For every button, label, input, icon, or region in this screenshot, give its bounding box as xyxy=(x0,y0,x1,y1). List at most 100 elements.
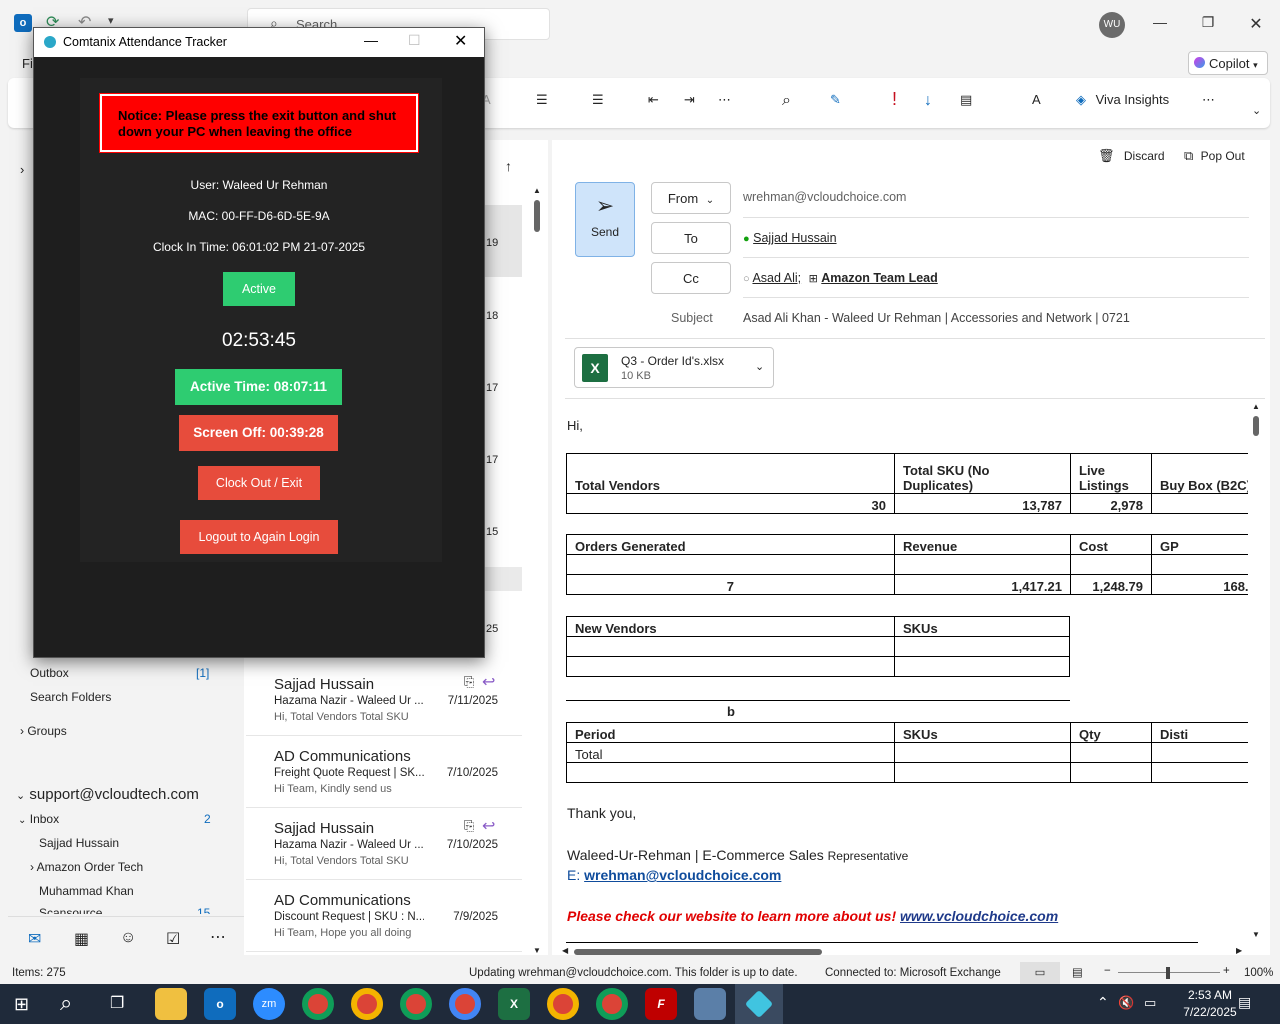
folder-inbox[interactable]: ⌄ Inbox 2 xyxy=(18,812,214,826)
subfolder-muhammad-khan[interactable]: Muhammad Khan xyxy=(39,884,134,898)
collapse-ribbon-icon[interactable]: ⌄ xyxy=(1252,104,1261,117)
copilot-button[interactable]: Copilot ▾ xyxy=(1188,51,1268,75)
scroll-left-icon[interactable]: ◀ xyxy=(562,946,568,955)
zoom-level[interactable]: 100% xyxy=(1244,967,1273,979)
scroll-down-icon[interactable]: ▼ xyxy=(1252,930,1260,939)
minimize-icon[interactable]: — xyxy=(364,32,378,48)
cc-recipient[interactable]: Asad Ali; xyxy=(752,271,801,285)
avatar[interactable]: WU xyxy=(1099,12,1125,38)
scroll-up-icon[interactable]: ▲ xyxy=(533,186,541,195)
increase-indent-icon[interactable]: ⇥ xyxy=(684,92,695,108)
mail-icon[interactable]: ✉ xyxy=(28,929,41,949)
more-formatting-icon[interactable]: ⋯ xyxy=(718,92,731,108)
body-vscroll[interactable]: ▲ ▼ xyxy=(1250,402,1262,942)
numbering-icon[interactable]: ☰ xyxy=(592,92,604,108)
groups-header[interactable]: › Groups xyxy=(20,724,67,738)
tracking-options-icon[interactable]: ▤ xyxy=(960,92,972,108)
list-item[interactable]: Sajjad Hussain ⎘ ↩ Hazama Nazir - Waleed… xyxy=(246,664,522,736)
chevron-down-icon[interactable]: ⌄ xyxy=(755,360,764,373)
zoom-in-icon[interactable]: + xyxy=(1223,965,1230,977)
cc-button[interactable]: Cc xyxy=(651,262,731,294)
file-menu[interactable]: Fi xyxy=(22,56,33,71)
search-icon[interactable]: ⌕ xyxy=(60,990,72,1016)
notifications-icon[interactable]: ▤ xyxy=(1238,994,1251,1011)
customize-toolbar-icon[interactable]: ▾ xyxy=(108,14,114,27)
website-link[interactable]: www.vcloudchoice.com xyxy=(900,908,1058,924)
close-icon[interactable]: ✕ xyxy=(454,31,467,51)
subfolder-sajjad[interactable]: Sajjad Hussain xyxy=(39,836,119,850)
viva-insights-button[interactable]: ◈ Viva Insights xyxy=(1076,92,1169,108)
zoom-thumb[interactable] xyxy=(1166,967,1170,979)
chrome-icon[interactable] xyxy=(449,988,481,1020)
decrease-indent-icon[interactable]: ⇤ xyxy=(648,92,659,108)
to-recipient[interactable]: Sajjad Hussain xyxy=(753,231,836,245)
close-icon[interactable]: ✕ xyxy=(1246,14,1266,34)
list-item[interactable]: Sajjad Hussain ⎘ ↩ Hazama Nazir - Waleed… xyxy=(246,808,522,880)
tracker-taskbar-button[interactable] xyxy=(735,984,783,1024)
read-aloud-icon[interactable]: A xyxy=(1032,92,1041,107)
list-item[interactable]: AD Communications Freight Quote Request … xyxy=(246,736,522,808)
signature-icon[interactable]: ✎ xyxy=(830,92,841,108)
subject-input[interactable]: Asad Ali Khan - Waleed Ur Rehman | Acces… xyxy=(743,311,1130,325)
minimize-icon[interactable]: — xyxy=(1150,14,1170,34)
email-body[interactable]: Hi, Total Vendors Total SKU (No Duplicat… xyxy=(560,400,1248,944)
more-apps-icon[interactable]: ⋯ xyxy=(210,927,226,947)
to-field[interactable]: ● Sajjad Hussain xyxy=(743,231,837,245)
calendar-icon[interactable]: ▦ xyxy=(74,929,89,949)
file-explorer-icon[interactable] xyxy=(155,988,187,1020)
bullets-icon[interactable]: ☰ xyxy=(536,92,548,108)
cc-group[interactable]: Amazon Team Lead xyxy=(821,271,937,285)
logout-button[interactable]: Logout to Again Login xyxy=(180,520,338,554)
folder-search-folders[interactable]: Search Folders xyxy=(30,690,111,704)
attachment-card[interactable]: X Q3 - Order Id's.xlsx 10 KB ⌄ xyxy=(574,347,774,388)
subfolder-scansource[interactable]: Scansource xyxy=(39,906,102,914)
calculator-icon[interactable] xyxy=(694,988,726,1020)
folder-outbox[interactable]: Outbox [1] xyxy=(30,666,210,680)
scroll-right-icon[interactable]: ▶ xyxy=(1236,946,1242,955)
tracker-titlebar[interactable]: Comtanix Attendance Tracker — ☐ ✕ xyxy=(34,28,484,57)
subfolder-amazon-order-tech[interactable]: › Amazon Order Tech xyxy=(30,860,143,874)
high-importance-icon[interactable]: ! xyxy=(892,89,897,110)
normal-view-icon[interactable]: ▭ xyxy=(1020,962,1060,984)
windows-start-icon[interactable]: ⊞ xyxy=(14,994,29,1015)
attach-icon[interactable]: ⌕ xyxy=(782,92,791,110)
send-button[interactable]: ➢ Send xyxy=(575,182,635,257)
outlook-taskbar-icon[interactable]: o xyxy=(204,988,236,1020)
scroll-thumb[interactable] xyxy=(534,200,540,232)
list-scrollbar[interactable]: ▲ ▼ xyxy=(532,186,542,956)
account-header[interactable]: ⌄ support@vcloudtech.com xyxy=(16,786,199,803)
group-expand-icon[interactable]: ⊞ xyxy=(809,273,818,285)
reading-view-icon[interactable]: ▤ xyxy=(1072,965,1083,979)
cc-field[interactable]: ○ Asad Ali; ⊞ Amazon Team Lead xyxy=(743,271,938,285)
chrome-icon[interactable] xyxy=(596,988,628,1020)
chrome-icon[interactable] xyxy=(302,988,334,1020)
to-button[interactable]: To xyxy=(651,222,731,254)
filezilla-icon[interactable]: F xyxy=(645,988,677,1020)
expand-icon[interactable]: › xyxy=(20,162,24,177)
chrome-icon[interactable] xyxy=(547,988,579,1020)
network-icon[interactable]: ▭ xyxy=(1144,995,1156,1011)
chrome-icon[interactable] xyxy=(400,988,432,1020)
scroll-up-icon[interactable]: ▲ xyxy=(1252,402,1260,411)
clock-out-button[interactable]: Clock Out / Exit xyxy=(198,466,320,500)
volume-muted-icon[interactable]: 🔇 xyxy=(1118,995,1134,1011)
more-options-icon[interactable]: ⋯ xyxy=(1202,92,1215,108)
sort-arrow-icon[interactable]: ↑ xyxy=(505,158,512,174)
scroll-thumb[interactable] xyxy=(1253,416,1259,436)
tray-chevron-icon[interactable]: ⌃ xyxy=(1097,994,1109,1011)
excel-icon[interactable]: X xyxy=(498,988,530,1020)
pop-out-button[interactable]: ⧉ Pop Out xyxy=(1184,148,1245,164)
discard-button[interactable]: 🗑 Discard xyxy=(1098,148,1165,164)
body-hscroll[interactable]: ◀ ▶ xyxy=(562,946,1248,958)
scroll-thumb[interactable] xyxy=(574,949,822,955)
low-importance-icon[interactable]: ↓ xyxy=(924,92,932,110)
zoom-out-icon[interactable]: − xyxy=(1104,965,1111,977)
signature-email-link[interactable]: wrehman@vcloudchoice.com xyxy=(584,867,781,883)
chrome-icon[interactable] xyxy=(351,988,383,1020)
task-view-icon[interactable]: ❐ xyxy=(110,993,124,1013)
scroll-down-icon[interactable]: ▼ xyxy=(533,946,541,955)
zoom-app-icon[interactable]: zm xyxy=(253,988,285,1020)
people-icon[interactable]: ☺ xyxy=(120,929,136,947)
tasks-icon[interactable]: ☑ xyxy=(166,929,180,949)
maximize-icon[interactable]: ☐ xyxy=(408,32,421,49)
